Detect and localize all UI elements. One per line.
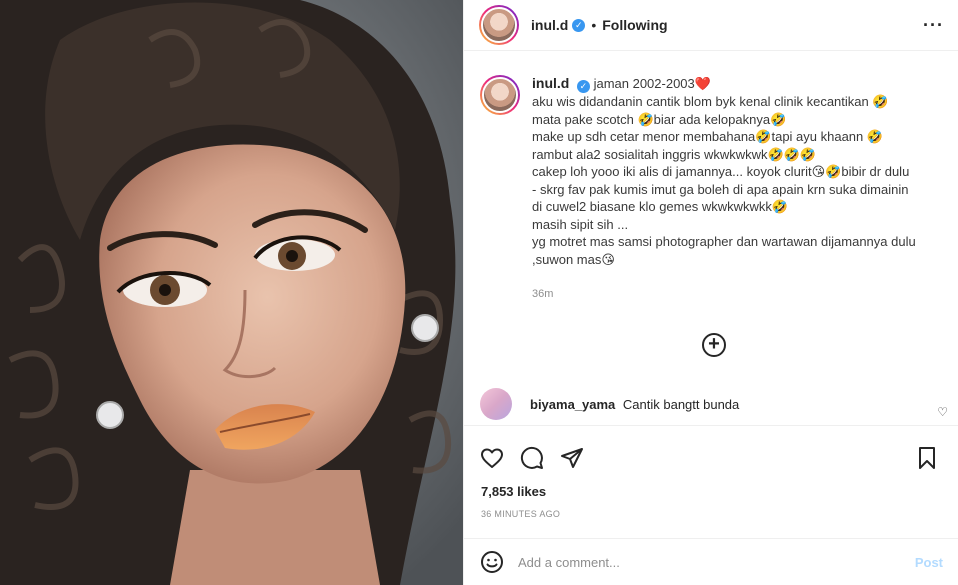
caption-line: aku wis didandanin cantik blom byk kenal… <box>532 94 889 109</box>
caption-line: jaman 2002-2003❤️ <box>593 76 711 91</box>
caption-username[interactable]: inul.d <box>532 75 569 91</box>
verified-badge-icon: ✓ <box>572 18 586 32</box>
caption-line: mata pake scotch 🤣biar ada kelopaknya🤣 <box>532 111 787 127</box>
comment-input[interactable] <box>518 554 915 570</box>
caption-line: ,suwon mas😘 <box>532 251 615 267</box>
action-bar <box>464 426 958 474</box>
likes-count[interactable]: 7,853 likes <box>464 474 958 499</box>
post-header: inul.d ✓ • Following ··· <box>464 0 958 51</box>
add-comment-bar: Post <box>464 538 958 585</box>
caption-timestamp[interactable]: 36m <box>532 286 943 304</box>
comment-icon[interactable] <box>520 446 544 470</box>
caption-line: yg motret mas samsi photographer dan war… <box>532 234 916 249</box>
emoji-icon[interactable] <box>480 550 504 574</box>
heart-icon[interactable] <box>480 446 504 470</box>
separator-dot: • <box>591 17 597 33</box>
comment-like-icon[interactable]: ♡ <box>937 405 948 419</box>
caption-avatar[interactable] <box>480 75 520 115</box>
caption-line: cakep loh yooo iki alis di jamannya... k… <box>532 164 910 179</box>
commenter-username[interactable]: biyama_yama <box>530 397 615 412</box>
caption-line: masih sipit sih ... <box>532 216 629 232</box>
post-comment-button[interactable]: Post <box>915 555 943 570</box>
caption-line: rambut ala2 sosialitah inggris wkwkwkwk🤣… <box>532 146 817 162</box>
portrait-image <box>0 0 463 585</box>
comment-row: biyama_yama Cantik bangtt bunda ♡ <box>480 388 948 420</box>
load-more-comments-icon[interactable]: + <box>702 333 726 357</box>
caption-text: inul.d ✓ jaman 2002-2003❤️ aku wis didan… <box>532 75 943 304</box>
caption-line: di cuwel2 biasane klo gemes wkwkwkwkk🤣 <box>532 199 789 214</box>
caption-area: inul.d ✓ jaman 2002-2003❤️ aku wis didan… <box>464 51 958 382</box>
post-photo[interactable] <box>0 0 463 585</box>
comment-text: biyama_yama Cantik bangtt bunda <box>530 397 739 412</box>
caption-line: make up sdh cetar menor membahana🤣tapi a… <box>532 129 884 144</box>
actions-area: 7,853 likes 36 MINUTES AGO <box>464 425 958 538</box>
post-timestamp[interactable]: 36 MINUTES AGO <box>464 499 958 519</box>
caption-line: - skrg fav pak kumis imut ga boleh di ap… <box>532 181 909 197</box>
bookmark-icon[interactable] <box>915 446 939 470</box>
verified-badge-icon: ✓ <box>576 80 590 93</box>
comment-body: Cantik bangtt bunda <box>622 396 740 412</box>
share-icon[interactable] <box>560 446 584 470</box>
commenter-avatar[interactable] <box>480 388 512 420</box>
post-sidebar: inul.d ✓ • Following ··· inul.d ✓ jaman … <box>463 0 958 585</box>
following-button[interactable]: Following <box>602 17 667 33</box>
author-username[interactable]: inul.d <box>531 17 568 33</box>
author-avatar[interactable] <box>479 5 519 45</box>
more-options-icon[interactable]: ··· <box>923 15 944 36</box>
